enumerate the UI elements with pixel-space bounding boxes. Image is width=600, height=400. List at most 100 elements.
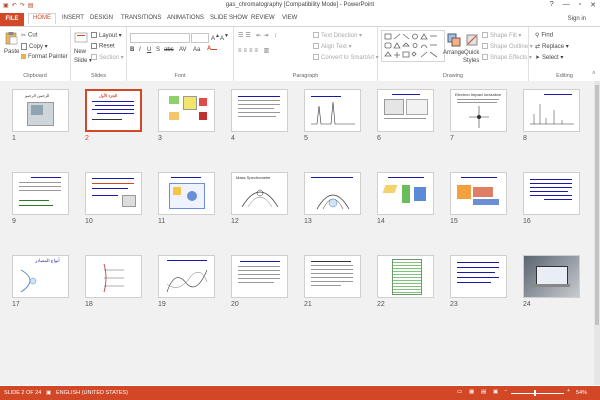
cursor-icon: ➤ [535, 55, 541, 62]
font-grow-buttons[interactable]: A▲A▼ [211, 33, 229, 42]
collapse-ribbon-icon[interactable]: ˄ [592, 71, 596, 77]
paragraph-group: ☰☰ ⇤⇥ ↕ ≡≡≡≡ ▥ Text Direction ▾ Align Te… [234, 27, 379, 81]
slide-thumbnail-19[interactable] [158, 255, 215, 298]
layout-button[interactable]: Layout ▾ [91, 32, 122, 39]
find-button[interactable]: ⚲ Find [535, 32, 553, 39]
tab-design[interactable]: DESIGN [90, 15, 113, 21]
slide-thumbnail-5[interactable] [304, 89, 361, 132]
slide-thumbnail-17[interactable]: أنواع المصادر [12, 255, 69, 298]
slide-thumbnail-24[interactable] [523, 255, 580, 298]
slide-number-10: 10 [85, 218, 93, 225]
text-direction-button[interactable]: Text Direction ▾ [313, 32, 362, 39]
slide-show-button[interactable]: ▣ [493, 389, 498, 395]
slide-sorter-view-button[interactable]: ▦ [469, 389, 474, 395]
slide-thumbnail-7[interactable]: Electron Impact Ionization [450, 89, 507, 132]
change-case-button[interactable]: Aa [193, 47, 200, 53]
slide-thumbnail-11[interactable] [158, 172, 215, 215]
copy-button[interactable]: Copy ▾ [21, 43, 48, 50]
help-button[interactable]: ? [550, 1, 554, 9]
tab-file[interactable]: FILE [0, 13, 24, 26]
slide-thumbnail-23[interactable] [450, 255, 507, 298]
list-buttons[interactable]: ☰☰ ⇤⇥ ↕ [238, 32, 279, 39]
slide-5-chart [311, 101, 355, 125]
sorter-scrollbar[interactable] [594, 81, 600, 385]
font-name-box[interactable] [130, 33, 190, 43]
slide-thumbnail-4[interactable] [231, 89, 288, 132]
slide-thumbnail-20[interactable] [231, 255, 288, 298]
close-button[interactable]: ✕ [590, 1, 596, 9]
restore-button[interactable]: ▫ [579, 1, 581, 9]
slide-thumbnail-1[interactable]: الرحمن الرحيم [12, 89, 69, 132]
copy-label: Copy [29, 44, 44, 51]
slide-counter: SLIDE 2 OF 24 [4, 390, 42, 396]
spellcheck-icon[interactable]: ▣ [46, 390, 51, 396]
tab-slide-show[interactable]: SLIDE SHOW [210, 15, 248, 21]
slide-thumbnail-9[interactable] [12, 172, 69, 215]
convert-smartart-button[interactable]: Convert to SmartArt ▾ [313, 54, 379, 61]
underline-button[interactable]: U [147, 47, 151, 53]
zoom-level[interactable]: 54% [576, 390, 587, 396]
window-controls: ? — ▫ ✕ [550, 1, 596, 9]
font-size-box[interactable] [191, 33, 209, 43]
tab-insert[interactable]: INSERT [62, 15, 84, 21]
slide-thumbnail-14[interactable] [377, 172, 434, 215]
format-painter-button[interactable]: Format Painter [21, 54, 68, 60]
shadow-button[interactable]: S [156, 47, 160, 53]
replace-button[interactable]: ⇄ Replace ▾ [535, 43, 569, 50]
slide-17-diagram [20, 269, 37, 293]
shape-fill-button[interactable]: Shape Fill ▾ [482, 32, 521, 39]
tab-home[interactable]: HOME [28, 13, 56, 24]
cut-button[interactable]: ✂ Cut [21, 32, 37, 39]
shapes-gallery[interactable] [381, 30, 445, 62]
paste-button[interactable]: Paste [4, 49, 19, 55]
minimize-button[interactable]: — [563, 1, 570, 9]
normal-view-button[interactable]: ▭ [457, 389, 462, 395]
tab-transitions[interactable]: TRANSITIONS [121, 15, 161, 21]
new-slide-dropdown[interactable]: Slide ▾ [74, 57, 92, 64]
zoom-out-button[interactable]: − [504, 388, 507, 394]
zoom-in-button[interactable]: + [567, 388, 570, 394]
slide-thumbnail-3[interactable] [158, 89, 215, 132]
slide-thumbnail-2[interactable]: الجزء الأول [85, 89, 142, 132]
font-color-button[interactable]: A [207, 46, 218, 52]
editing-group-label: Editing [556, 73, 573, 79]
bold-button[interactable]: B [130, 47, 134, 53]
language-indicator[interactable]: ENGLISH (UNITED STATES) [56, 390, 128, 396]
align-text-button[interactable]: Align Text ▾ [313, 43, 352, 50]
slide-7-diagram [469, 106, 489, 128]
strikethrough-button[interactable]: abc [164, 47, 174, 53]
reading-view-button[interactable]: ▤ [481, 389, 486, 395]
select-button[interactable]: ➤ Select ▾ [535, 54, 563, 61]
slide-thumbnail-15[interactable] [450, 172, 507, 215]
shape-effects-button[interactable]: Shape Effects ▾ [482, 54, 532, 61]
tab-view[interactable]: VIEW [282, 15, 297, 21]
slide-thumbnail-22[interactable] [377, 255, 434, 298]
new-slide-icon [74, 32, 88, 43]
slide-thumbnail-18[interactable] [85, 255, 142, 298]
slide-thumbnail-16[interactable] [523, 172, 580, 215]
alignment-buttons[interactable]: ≡≡≡≡ ▥ [238, 47, 271, 54]
zoom-slider-thumb[interactable] [534, 390, 536, 396]
slide-thumbnail-6[interactable] [377, 89, 434, 132]
slide-number-16: 16 [523, 218, 531, 225]
sign-in-link[interactable]: Sign in [568, 16, 586, 22]
zoom-slider[interactable] [511, 393, 564, 394]
slide-thumbnail-12[interactable]: Mass Spectrometer [231, 172, 288, 215]
reset-button[interactable]: Reset [91, 43, 115, 50]
layout-label: Layout [99, 33, 118, 39]
tab-animations[interactable]: ANIMATIONS [167, 15, 204, 21]
slide-number-22: 22 [377, 301, 385, 308]
section-button[interactable]: Section ▾ [91, 54, 124, 61]
shape-outline-button[interactable]: Shape Outline ▾ [482, 43, 533, 50]
slide-number-18: 18 [85, 301, 93, 308]
slide-thumbnail-10[interactable] [85, 172, 142, 215]
section-label: Section [99, 55, 120, 61]
slide-thumbnail-8[interactable] [523, 89, 580, 132]
italic-button[interactable]: I [139, 47, 141, 53]
slide-thumbnail-13[interactable] [304, 172, 361, 215]
slide-thumbnail-21[interactable] [304, 255, 361, 298]
slide-number-23: 23 [450, 301, 458, 308]
char-spacing-button[interactable]: AV [179, 47, 187, 53]
tab-review[interactable]: REVIEW [251, 15, 275, 21]
new-slide-button[interactable]: New [74, 49, 86, 55]
